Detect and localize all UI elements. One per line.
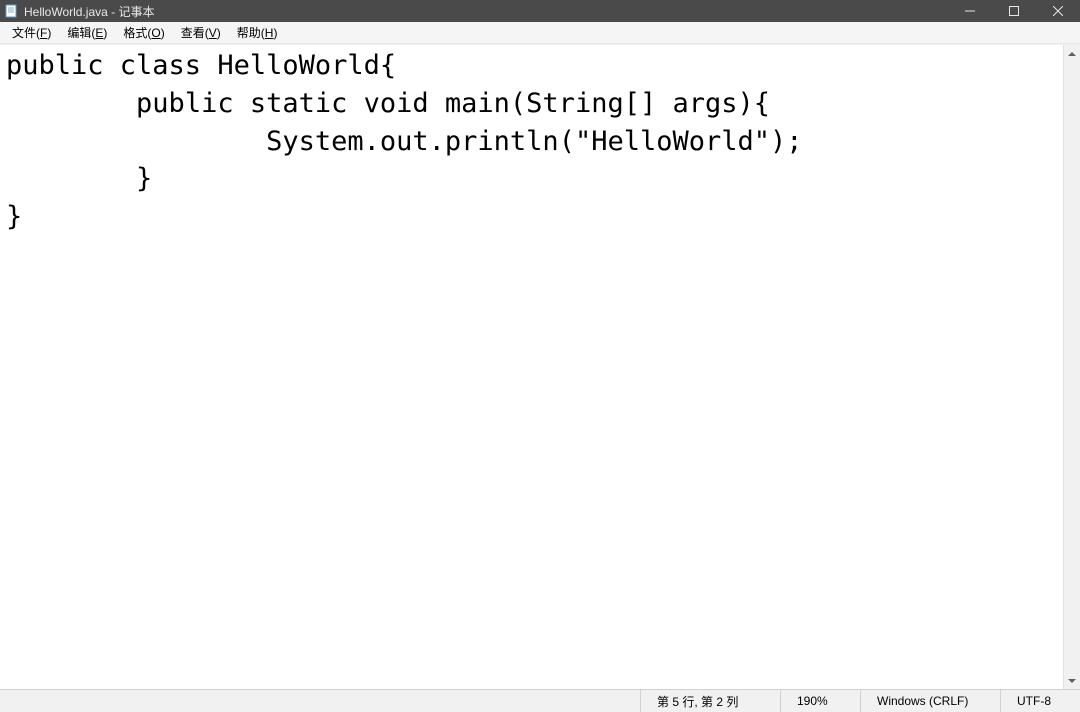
titlebar: HelloWorld.java - 记事本	[0, 0, 1080, 22]
statusbar: 第 5 行, 第 2 列 190% Windows (CRLF) UTF-8	[0, 689, 1080, 712]
menu-format[interactable]: 格式(O)	[115, 22, 172, 43]
status-zoom: 190%	[780, 690, 860, 712]
scroll-down-icon[interactable]	[1064, 672, 1080, 689]
menu-edit[interactable]: 编辑(E)	[59, 22, 115, 43]
status-line-ending: Windows (CRLF)	[860, 690, 1000, 712]
menubar: 文件(F) 编辑(E) 格式(O) 查看(V) 帮助(H)	[0, 22, 1080, 44]
menu-help[interactable]: 帮助(H)	[229, 22, 286, 43]
status-position: 第 5 行, 第 2 列	[640, 690, 780, 712]
maximize-button[interactable]	[992, 0, 1036, 22]
vertical-scrollbar[interactable]	[1063, 45, 1080, 689]
window-title: HelloWorld.java - 记事本	[24, 3, 948, 20]
window-controls	[948, 0, 1080, 22]
minimize-button[interactable]	[948, 0, 992, 22]
text-editor[interactable]: public class HelloWorld{ public static v…	[0, 45, 1063, 689]
close-button[interactable]	[1036, 0, 1080, 22]
menu-view[interactable]: 查看(V)	[173, 22, 229, 43]
scroll-up-icon[interactable]	[1064, 45, 1080, 62]
menu-file[interactable]: 文件(F)	[4, 22, 59, 43]
content-area: public class HelloWorld{ public static v…	[0, 44, 1080, 689]
status-encoding: UTF-8	[1000, 690, 1080, 712]
notepad-icon	[4, 4, 18, 18]
